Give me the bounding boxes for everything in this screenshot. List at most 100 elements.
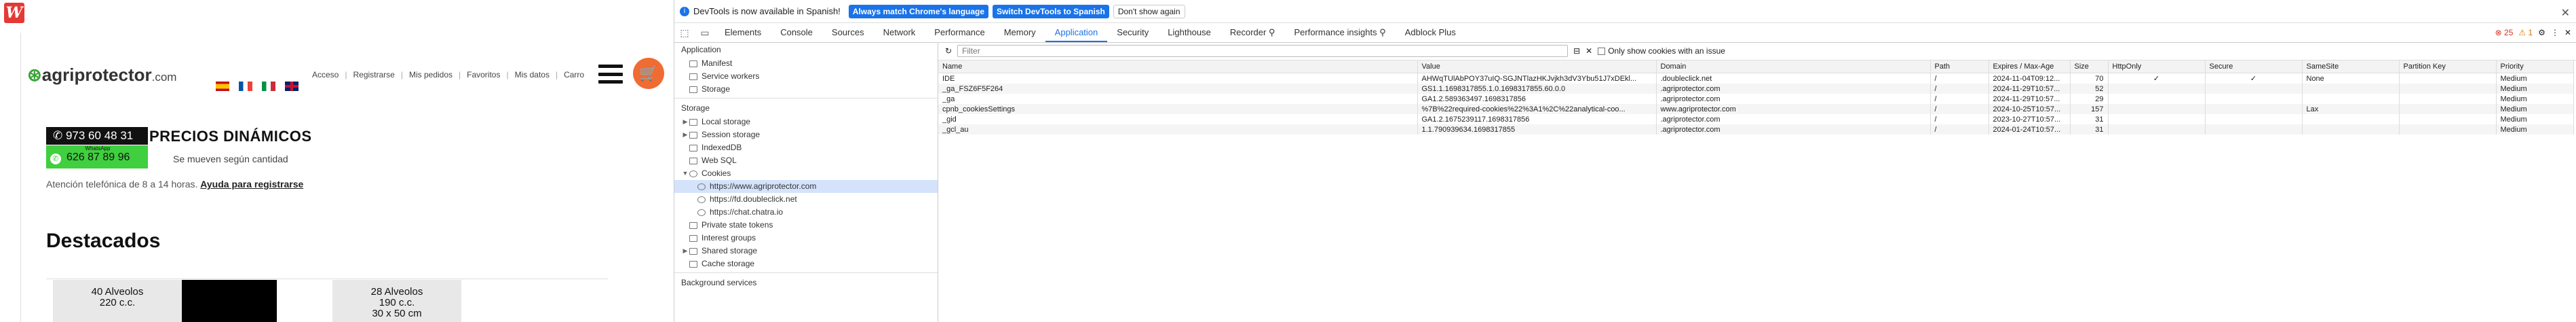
database-icon bbox=[689, 144, 697, 151]
whatsapp-label: WhatsApp bbox=[85, 145, 111, 151]
refresh-icon[interactable]: ↻ bbox=[945, 46, 952, 56]
filter-input[interactable]: Filter bbox=[957, 45, 1569, 57]
error-count[interactable]: ⊗ 25 bbox=[2495, 28, 2514, 37]
cookies-table: Name Value Domain Path Expires / Max-Age… bbox=[938, 60, 2574, 135]
switch-language-button[interactable]: Switch DevTools to Spanish bbox=[993, 4, 1109, 18]
support-text: Atención telefónica de 8 a 14 horas. Ayu… bbox=[46, 179, 304, 190]
clear-filtered-icon[interactable]: ⊟ bbox=[1573, 46, 1580, 56]
sidebar-item-service-workers[interactable]: Service workers bbox=[674, 70, 938, 83]
nav-acceso[interactable]: Acceso bbox=[312, 70, 339, 79]
product-card[interactable]: 28 Alveolos 190 c.c. 30 x 50 cm bbox=[332, 280, 461, 322]
tab-recorder[interactable]: Recorder ⚲ bbox=[1220, 23, 1285, 42]
column-header[interactable]: HttpOnly bbox=[2108, 60, 2206, 73]
chevron-down-icon: ▼ bbox=[682, 170, 689, 177]
sidebar-item-indexeddb[interactable]: IndexedDB bbox=[674, 141, 938, 154]
checkbox[interactable] bbox=[1598, 48, 1606, 56]
sidebar-item-web-sql[interactable]: Web SQL bbox=[674, 154, 938, 167]
phone-icon: ✆ bbox=[53, 129, 66, 142]
sidebar-item-cookie-origin[interactable]: https://chat.chatra.io bbox=[674, 206, 938, 219]
product-image[interactable] bbox=[182, 280, 277, 322]
close-icon[interactable]: ✕ bbox=[2561, 6, 2570, 20]
phone-box[interactable]: ✆ 973 60 48 31 bbox=[46, 127, 148, 145]
table-row[interactable]: _gid GA1.2.1675239117.1698317856 .agriprot… bbox=[938, 114, 2574, 124]
gear-icon[interactable]: ⚙ bbox=[2538, 28, 2545, 37]
tab-application[interactable]: Application bbox=[1045, 23, 1108, 42]
column-header[interactable]: Domain bbox=[1656, 60, 1931, 73]
sidebar-item-cookie-origin[interactable]: https://www.agriprotector.com bbox=[674, 180, 938, 193]
tab-memory[interactable]: Memory bbox=[995, 23, 1045, 42]
sidebar-item-interest-groups[interactable]: Interest groups bbox=[674, 232, 938, 245]
grid-icon bbox=[689, 118, 697, 126]
whatsapp-icon: ✆ bbox=[50, 154, 61, 164]
table-row[interactable]: IDE AHWqTUlAbPOY37uIQ-SGJNTlazHKJvjkh3dV3… bbox=[938, 73, 2574, 84]
only-issue-toggle[interactable]: Only show cookies with an issue bbox=[1598, 46, 1725, 56]
whatsapp-number: 626 87 89 96 bbox=[66, 151, 130, 163]
sidebar-item-private-state-tokens[interactable]: Private state tokens bbox=[674, 219, 938, 232]
grid-icon bbox=[689, 131, 697, 139]
column-header[interactable]: Priority bbox=[2496, 60, 2574, 73]
flag-it-icon[interactable] bbox=[262, 82, 275, 91]
nav-favoritos[interactable]: Favoritos bbox=[467, 70, 500, 79]
tab-elements[interactable]: Elements bbox=[715, 23, 771, 42]
delete-selected-icon[interactable]: ✕ bbox=[1585, 46, 1592, 56]
tab-network[interactable]: Network bbox=[874, 23, 925, 42]
column-header[interactable]: Value bbox=[1417, 60, 1657, 73]
column-header[interactable]: Path bbox=[1930, 60, 1989, 73]
column-header[interactable]: Expires / Max-Age bbox=[1988, 60, 2071, 73]
tab-adblock-plus[interactable]: Adblock Plus bbox=[1396, 23, 1465, 42]
flag-fr-icon[interactable] bbox=[239, 82, 252, 91]
sidebar-item-cache-storage[interactable]: Cache storage bbox=[674, 257, 938, 270]
product-card[interactable]: 40 Alveolos 220 c.c. bbox=[53, 280, 182, 322]
sidebar-item-manifest[interactable]: Manifest bbox=[674, 57, 938, 70]
nav-mis-datos[interactable]: Mis datos bbox=[515, 70, 550, 79]
warning-count[interactable]: ⚠ 1 bbox=[2518, 28, 2533, 37]
close-devtools-icon[interactable]: ✕ bbox=[2564, 28, 2571, 37]
tab-lighthouse[interactable]: Lighthouse bbox=[1158, 23, 1220, 42]
table-row[interactable]: _gcl_au 1.1.790939634.1698317855 .agriprot… bbox=[938, 124, 2574, 135]
column-header[interactable]: Size bbox=[2070, 60, 2109, 73]
sidebar-item-cookies[interactable]: ▼ Cookies bbox=[674, 167, 938, 180]
tab-performance-insights[interactable]: Performance insights ⚲ bbox=[1284, 23, 1395, 42]
sidebar-section-background-services: Background services bbox=[681, 278, 757, 287]
nav-mis-pedidos[interactable]: Mis pedidos bbox=[409, 70, 453, 79]
cookie-icon bbox=[689, 170, 697, 177]
register-help-link[interactable]: Ayuda para registrarse bbox=[200, 179, 303, 190]
flag-uk-icon[interactable] bbox=[285, 82, 299, 91]
device-toolbar-icon[interactable]: ▭ bbox=[695, 27, 715, 39]
whatsapp-box[interactable]: ✆ WhatsApp 626 87 89 96 bbox=[46, 145, 148, 168]
cart-icon[interactable]: 🛒 bbox=[633, 58, 664, 89]
sidebar-item-storage[interactable]: Storage bbox=[674, 83, 938, 96]
tab-sources[interactable]: Sources bbox=[822, 23, 874, 42]
dynamic-prices-headline: PRECIOS DINÁMICOS bbox=[149, 128, 312, 145]
cookie-icon bbox=[697, 196, 706, 203]
table-row[interactable]: cpnb_cookiesSettings %7B%22required-cooki… bbox=[938, 104, 2574, 114]
chevron-right-icon: ▶ bbox=[683, 247, 688, 254]
dont-show-again-button[interactable]: Don't show again bbox=[1113, 4, 1185, 18]
column-header[interactable]: Secure bbox=[2205, 60, 2303, 73]
column-header[interactable]: Partition Key bbox=[2399, 60, 2497, 73]
nav-registrarse[interactable]: Registrarse bbox=[353, 70, 394, 79]
column-header[interactable]: Name bbox=[938, 60, 1418, 73]
flag-es-icon[interactable] bbox=[216, 82, 229, 91]
site-logo[interactable]: ⊛agriprotector.com bbox=[27, 65, 176, 86]
table-row[interactable]: _ga_FSZ6F5F264 GS1.1.1698317855.1.0.16983… bbox=[938, 84, 2574, 94]
cookies-toolbar: ↻ Filter ⊟ ✕ Only show cookies with an i… bbox=[938, 42, 2576, 60]
nav-carro[interactable]: Carro bbox=[564, 70, 584, 79]
sidebar-item-session-storage[interactable]: ▶ Session storage bbox=[674, 128, 938, 141]
more-options-icon[interactable]: ⋮ bbox=[2551, 28, 2559, 37]
sidebar-item-cookie-origin[interactable]: https://fd.doubleclick.net bbox=[674, 193, 938, 206]
column-header[interactable]: SameSite bbox=[2302, 60, 2400, 73]
inspect-icon[interactable]: ⬚ bbox=[674, 27, 695, 39]
devtools-panel: i DevTools is now available in Spanish! … bbox=[674, 0, 2576, 322]
tab-security[interactable]: Security bbox=[1107, 23, 1158, 42]
tab-performance[interactable]: Performance bbox=[925, 23, 994, 42]
chevron-right-icon: ▶ bbox=[683, 131, 688, 138]
sidebar-item-shared-storage[interactable]: ▶ Shared storage bbox=[674, 245, 938, 257]
extension-logo-icon[interactable]: W bbox=[4, 3, 24, 23]
sidebar-item-local-storage[interactable]: ▶ Local storage bbox=[674, 115, 938, 128]
table-row[interactable]: _ga GA1.2.589363497.1698317856 .agriprotec… bbox=[938, 94, 2574, 104]
tab-console[interactable]: Console bbox=[771, 23, 822, 42]
match-language-button[interactable]: Always match Chrome's language bbox=[848, 4, 989, 18]
menu-hamburger-icon[interactable] bbox=[598, 65, 623, 84]
database-icon bbox=[689, 157, 697, 164]
